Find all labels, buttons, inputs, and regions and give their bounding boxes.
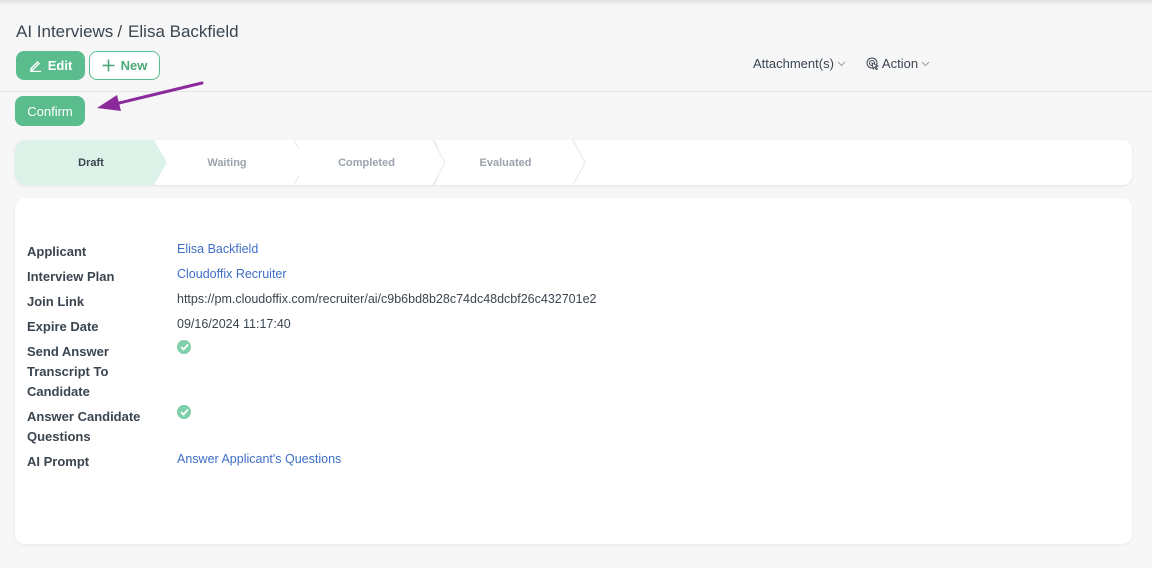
edit-button[interactable]: Edit [16,51,85,80]
field-join-link: Join Link https://pm.cloudoffix.com/recr… [27,292,597,312]
chevron-down-icon [921,61,930,66]
new-label: New [120,58,148,73]
join-link-value: https://pm.cloudoffix.com/recruiter/ai/c… [177,292,597,306]
stage-label: Completed [338,156,395,169]
field-label: Join Link [27,294,85,309]
field-expire-date: Expire Date 09/16/2024 11:17:40 [27,317,291,337]
field-label: Expire Date [27,319,99,334]
answer-questions-value [177,405,191,447]
edit-label: Edit [47,58,73,73]
field-label: Send Answer Transcript To Candidate [27,342,177,402]
action-cursor-icon [866,57,879,70]
field-send-transcript: Send Answer Transcript To Candidate [27,340,191,402]
breadcrumb-separator: / [117,22,123,41]
field-label: Applicant [27,244,87,259]
top-shadow [0,0,1152,6]
attachments-dropdown[interactable]: Attachment(s) [753,56,846,71]
confirm-label: Confirm [27,103,73,119]
stage-waiting[interactable]: Waiting [155,140,299,185]
stage-draft[interactable]: Draft [15,140,167,185]
label-line: Transcript To [27,364,109,379]
new-button[interactable]: New [89,51,160,80]
interview-plan-link[interactable]: Cloudoffix Recruiter [177,264,287,287]
attachments-label: Attachment(s) [753,56,834,71]
breadcrumb-parent[interactable]: AI Interviews [16,22,113,41]
action-dropdown[interactable]: Action [866,56,930,71]
ai-prompt-link[interactable]: Answer Applicant's Questions [177,449,341,472]
field-label: Answer Candidate Questions [27,407,177,447]
check-circle-icon [177,340,191,354]
stage-label: Waiting [207,156,247,169]
breadcrumb: AI Interviews / Elisa Backfield [16,22,239,42]
pencil-icon [29,61,41,72]
toolbar-right: Attachment(s) Action [753,56,930,71]
field-applicant: Applicant Elisa Backfield [27,242,258,262]
stage-label: Draft [78,156,104,169]
send-transcript-value [177,340,191,402]
stage-evaluated[interactable]: Evaluated [434,140,577,185]
field-answer-questions: Answer Candidate Questions [27,405,191,447]
check-circle-icon [177,405,191,419]
chevron-down-icon [837,61,846,66]
field-interview-plan: Interview Plan Cloudoffix Recruiter [27,267,287,287]
stage-label: Evaluated [479,156,532,169]
field-label: AI Prompt [27,454,90,469]
action-label: Action [881,56,919,71]
label-line: Send Answer [27,344,109,359]
field-label: Interview Plan [27,269,115,284]
label-line: Candidate [27,384,90,399]
stage-separator [433,140,446,185]
expire-date-value: 09/16/2024 11:17:40 [177,317,291,331]
plus-icon [102,59,115,72]
applicant-link[interactable]: Elisa Backfield [177,239,258,262]
label-line: Questions [27,429,91,444]
stage-completed[interactable]: Completed [295,140,438,185]
details-card: Applicant Elisa Backfield Interview Plan… [15,198,1132,544]
stage-progress-bar: Draft Waiting Completed Evaluated [15,140,1132,185]
field-ai-prompt: AI Prompt Answer Applicant's Questions [27,452,341,472]
label-line: Answer Candidate [27,409,141,424]
annotation-arrow [97,81,204,111]
stage-separator [573,140,586,185]
breadcrumb-current: Elisa Backfield [128,22,239,41]
confirm-button[interactable]: Confirm [15,96,85,126]
